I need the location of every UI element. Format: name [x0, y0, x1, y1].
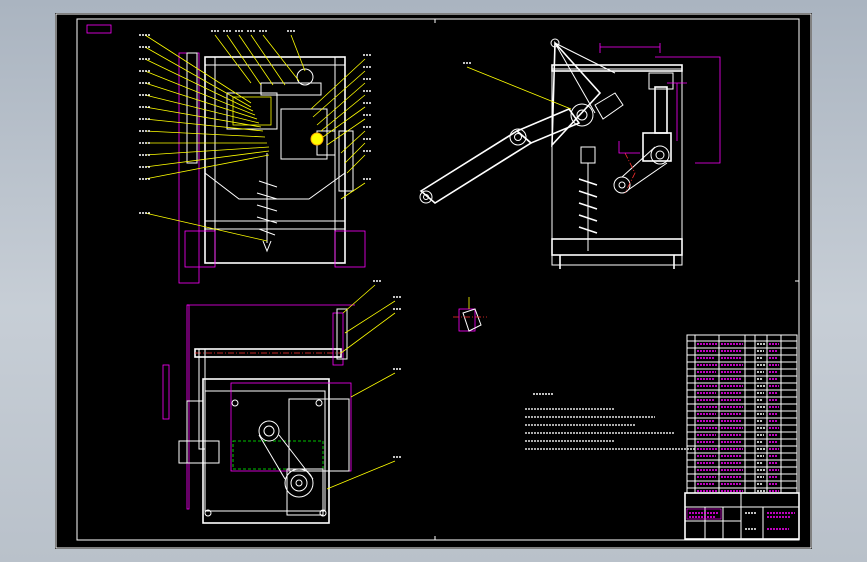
front-base-left — [184, 230, 216, 268]
plan-hidden-outline — [232, 440, 324, 470]
plan-motor-outline — [230, 382, 352, 472]
front-leaders — [144, 34, 366, 242]
plan-view — [162, 284, 396, 524]
sheet-border-inner — [76, 18, 800, 541]
front-view — [144, 34, 366, 284]
front-base-right — [334, 230, 366, 268]
title-block-frame — [684, 492, 800, 540]
front-left-dim-box — [178, 52, 200, 284]
plan-gear-box — [286, 468, 324, 516]
corner-label-box — [86, 24, 112, 34]
plan-pulley-a — [258, 420, 280, 442]
side-motor — [338, 130, 354, 192]
plan-left-arm — [198, 348, 206, 450]
detail-sketch — [453, 297, 487, 332]
long-link-arm — [419, 130, 533, 204]
auger-head — [580, 146, 596, 164]
title-block — [684, 492, 800, 540]
plan-frame — [202, 378, 330, 524]
side-frame-outline — [551, 68, 683, 266]
crank-wheel — [570, 103, 594, 127]
side-view — [419, 38, 721, 269]
parts-list-table — [686, 334, 798, 494]
drive-pulley — [613, 176, 631, 194]
front-frame — [204, 56, 346, 264]
sheet-border-outer — [55, 13, 812, 549]
engineering-drawing — [55, 13, 812, 549]
gearbox — [226, 92, 278, 130]
left-belt — [186, 52, 198, 164]
side-leader — [466, 66, 572, 110]
cylinder — [654, 86, 668, 134]
cad-viewport[interactable] — [55, 13, 812, 549]
technical-notes — [525, 393, 695, 450]
side-support-triangle — [551, 40, 602, 148]
bearing-icon — [310, 132, 324, 146]
